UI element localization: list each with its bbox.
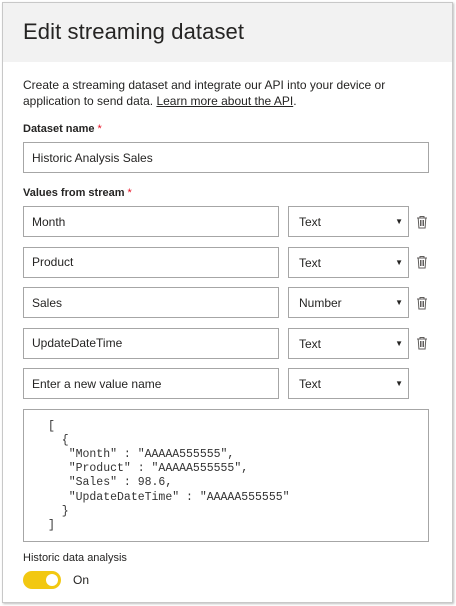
stream-values-list: Text ▼ Text ▼ Number ▼ Text ▼ Text ▼ <box>23 206 429 399</box>
required-marker: * <box>127 187 132 199</box>
dialog-description: Create a streaming dataset and integrate… <box>23 77 428 109</box>
toggle-state-label: On <box>73 572 90 587</box>
stream-value-row: Text ▼ <box>23 327 429 359</box>
dialog-header: Edit streaming dataset <box>3 3 452 62</box>
dataset-name-label-text: Dataset name <box>23 123 95 135</box>
value-type-selected: Text <box>299 255 322 270</box>
stream-value-row: Text ▼ <box>23 206 429 237</box>
chevron-down-icon: ▼ <box>395 379 403 388</box>
trash-icon[interactable] <box>416 296 428 310</box>
edit-streaming-dataset-dialog: Edit streaming dataset Create a streamin… <box>2 2 453 603</box>
value-name-input[interactable] <box>23 327 279 359</box>
values-from-stream-label: Values from stream * <box>23 187 429 199</box>
value-name-input[interactable] <box>23 287 279 318</box>
stream-value-row: Text ▼ <box>23 246 429 278</box>
trash-icon[interactable] <box>416 336 428 350</box>
historic-data-analysis-label: Historic data analysis <box>23 551 127 564</box>
stream-value-row: Number ▼ <box>23 287 429 318</box>
dialog-title: Edit streaming dataset <box>23 19 245 44</box>
value-type-select[interactable]: Number ▼ <box>288 287 409 318</box>
new-value-row: Text ▼ <box>23 368 429 399</box>
value-name-input[interactable] <box>23 206 279 237</box>
new-value-type-select[interactable]: Text ▼ <box>288 368 409 399</box>
historic-toggle-row: On <box>23 570 429 589</box>
value-type-select[interactable]: Text ▼ <box>288 206 409 237</box>
value-type-selected: Text <box>299 336 322 351</box>
value-type-selected: Text <box>299 215 322 229</box>
trash-icon[interactable] <box>416 255 428 269</box>
learn-more-link[interactable]: Learn more about the API <box>156 94 293 108</box>
value-type-selected: Text <box>299 377 322 391</box>
values-label-text: Values from stream <box>23 187 125 199</box>
chevron-down-icon: ▼ <box>395 338 403 348</box>
chevron-down-icon: ▼ <box>395 298 403 307</box>
new-value-name-input[interactable] <box>23 368 279 399</box>
value-type-selected: Number <box>299 296 342 310</box>
json-payload-preview: [ { "Month" : "AAAAA555555", "Product" :… <box>23 408 429 542</box>
chevron-down-icon: ▼ <box>395 257 403 267</box>
value-name-input[interactable] <box>23 246 279 278</box>
trash-icon[interactable] <box>416 215 428 229</box>
dataset-name-input[interactable] <box>23 142 429 173</box>
historic-data-toggle[interactable] <box>23 570 61 589</box>
chevron-down-icon: ▼ <box>395 217 403 226</box>
description-period: . <box>293 94 297 108</box>
value-type-select[interactable]: Text ▼ <box>288 246 409 278</box>
required-marker: * <box>97 123 102 135</box>
dialog-body: Create a streaming dataset and integrate… <box>3 62 452 589</box>
dataset-name-label: Dataset name * <box>23 123 429 135</box>
toggle-knob <box>46 573 58 586</box>
value-type-select[interactable]: Text ▼ <box>288 327 409 359</box>
